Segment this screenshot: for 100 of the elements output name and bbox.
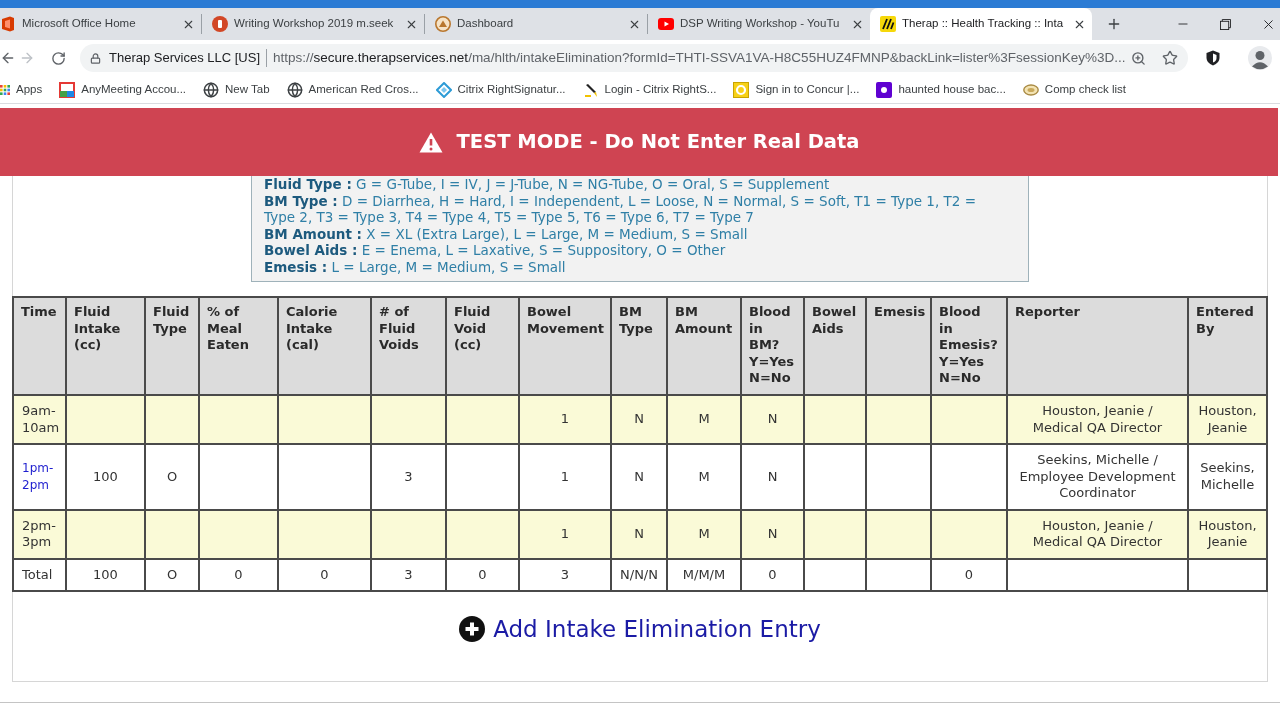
bookmark[interactable]: Apps: [0, 80, 43, 99]
table-cell: [866, 509, 931, 559]
zoom-icon[interactable]: [1131, 50, 1146, 66]
table-cell: N: [741, 444, 804, 510]
table-cell: M: [667, 509, 741, 559]
table-cell: 0: [446, 558, 519, 591]
app-logo-icon: [0, 16, 16, 32]
table-cell: 3: [371, 444, 446, 510]
table-cell: O: [145, 444, 199, 510]
oval-icon: [1022, 83, 1039, 96]
add-entry-link[interactable]: Add Intake Elimination Entry: [459, 612, 821, 647]
ring-tile-icon: [733, 81, 750, 98]
table-cell: M/M/M: [667, 558, 741, 591]
table-cell: [866, 444, 931, 510]
column-header: Time: [13, 297, 66, 395]
table-cell: Houston, Jeanie: [1188, 509, 1267, 559]
column-header: BM Type: [611, 297, 667, 395]
table-cell: Seekins, Michelle / Employee Development Coordinator: [1007, 444, 1188, 510]
column-header: Fluid Intake (cc): [66, 297, 145, 395]
table-cell: [866, 558, 931, 591]
plus-icon[interactable]: [1106, 16, 1122, 32]
column-header: # of Fluid Voids: [371, 297, 446, 395]
square-tile-icon: [876, 81, 893, 98]
table-cell: [145, 509, 199, 559]
table-cell: 100: [66, 444, 145, 510]
shield-icon[interactable]: [1206, 50, 1220, 66]
browser-tab[interactable]: Writing Workshop 2019 m.seek: [202, 8, 424, 40]
url-text: https://secure.therapservices.net/ma/hlth/intakeElimination?formId=THTI-SSVA1VA-H8C55HUZ4FMNP&backLink=lister%3FsessionKey%3D...: [273, 48, 1126, 67]
striped-tile-icon: [880, 16, 896, 32]
plus-circle-icon: [459, 616, 486, 643]
globe-icon: [286, 81, 303, 98]
bookmark[interactable]: AnyMeeting Accou...: [59, 80, 187, 99]
legend-line: Bowel Aids : E = Enema, L = Laxative, S = Suppository, O = Other: [264, 242, 727, 259]
triangle-circle-icon: [435, 16, 451, 32]
table-cell: Houston, Jeanie / Medical QA Director: [1007, 509, 1188, 559]
bookmark[interactable]: haunted house bac...: [876, 80, 1006, 99]
legend-line: BM Type : D = Diarrhea, H = Hard, I = Independent, L = Loose, N = Normal, S = Soft, T1 = Type 1, T2 = Type 2, T3 = Type 3, T4 = Type 4, T5 = Type 5, T6 = Type 6, T7 = Type 7: [264, 192, 977, 226]
table-cell: [804, 444, 866, 510]
table-cell: 3: [519, 558, 611, 591]
browser-tab[interactable]: Microsoft Office Home: [0, 8, 201, 40]
column-header: Reporter: [1007, 297, 1188, 395]
play-button-icon: [658, 18, 674, 30]
browser-tab[interactable]: Dashboard: [425, 8, 647, 40]
bookmark[interactable]: New Tab: [203, 80, 270, 99]
legend-line: BM Amount : X = XL (Extra Large), L = Large, M = Medium, S = Small: [264, 225, 749, 242]
reload-icon[interactable]: [51, 50, 66, 66]
legend-line: Fluid Type : G = G-Tube, I = IV, J = J-Tube, N = NG-Tube, O = Oral, S = Supplement: [264, 176, 831, 193]
browser-tab[interactable]: Therap :: Health Tracking :: Inta: [870, 8, 1092, 40]
time-link[interactable]: 1pm-2pm: [22, 460, 63, 494]
table-cell: [804, 509, 866, 559]
avatar-icon[interactable]: [1248, 46, 1272, 70]
table-cell: 0: [741, 558, 804, 591]
table-cell: 1: [519, 444, 611, 510]
pen-icon: [582, 81, 599, 98]
star-icon[interactable]: [1162, 50, 1178, 66]
bookmark[interactable]: Comp check list: [1022, 80, 1126, 99]
column-header: Calorie Intake (cal): [278, 297, 371, 395]
column-header: Bowel Aids: [804, 297, 866, 395]
table-cell: 0: [278, 558, 371, 591]
table-cell: [804, 558, 866, 591]
bookmark[interactable]: Sign in to Concur |...: [733, 80, 860, 99]
table-cell: Total: [13, 558, 66, 591]
diamond-icon: [435, 81, 452, 98]
bookmark[interactable]: Citrix RightSignatur...: [435, 80, 566, 99]
browser-tab[interactable]: DSP Writing Workshop - YouTu: [648, 8, 870, 40]
table-cell: N: [611, 509, 667, 559]
table-cell: 3: [371, 558, 446, 591]
column-header: Fluid Void (cc): [446, 297, 519, 395]
time-text: 9am-10am: [22, 403, 61, 436]
table-cell: N: [611, 444, 667, 510]
restore-icon[interactable]: [1220, 18, 1231, 30]
time-text: 2pm-3pm: [22, 517, 57, 551]
table-cell: 0: [931, 558, 1007, 591]
bookmark[interactable]: American Red Cros...: [286, 80, 419, 99]
bookmark[interactable]: Login - Citrix RightS...: [582, 80, 717, 99]
table-cell: 0: [199, 558, 278, 591]
column-header: Entered By: [1188, 297, 1267, 395]
framed-square-icon: [59, 81, 76, 98]
circle-logo-icon: [212, 16, 228, 32]
column-header: Blood in Emesis? Y=Yes N=No: [931, 297, 1007, 395]
legend-line: Emesis : L = Large, M = Medium, S = Small: [264, 258, 567, 275]
warning-icon: [418, 131, 443, 153]
column-header: Bowel Movement: [519, 297, 611, 395]
table-cell: M: [667, 444, 741, 510]
back-icon[interactable]: [0, 50, 16, 66]
table-cell: O: [145, 558, 199, 591]
banner-text: TEST MODE - Do Not Enter Real Data: [456, 129, 860, 156]
address-bar[interactable]: Therap Services LLC [US] https://secure.therapservices.net/ma/hlth/intakeElimination?formId=THTI-SSVA1VA-H8C55HUZ4FMNP&backLink=lister%3FsessionKey%3D...: [80, 44, 1188, 72]
table-cell: Seekins, Michelle: [1188, 444, 1267, 510]
column-header: % of Meal Eaten: [199, 297, 278, 395]
column-header: BM Amount: [667, 297, 741, 395]
table-cell: N: [741, 509, 804, 559]
globe-icon: [203, 81, 220, 98]
table-cell: 100: [66, 558, 145, 591]
column-header: Blood in BM? Y=Yes N=No: [741, 297, 804, 395]
lock-icon: [90, 52, 101, 64]
table-cell: 1: [519, 509, 611, 559]
apps-grid-icon: [0, 84, 10, 95]
column-header: Fluid Type: [145, 297, 199, 395]
site-identity-label: Therap Services LLC [US]: [109, 49, 260, 68]
